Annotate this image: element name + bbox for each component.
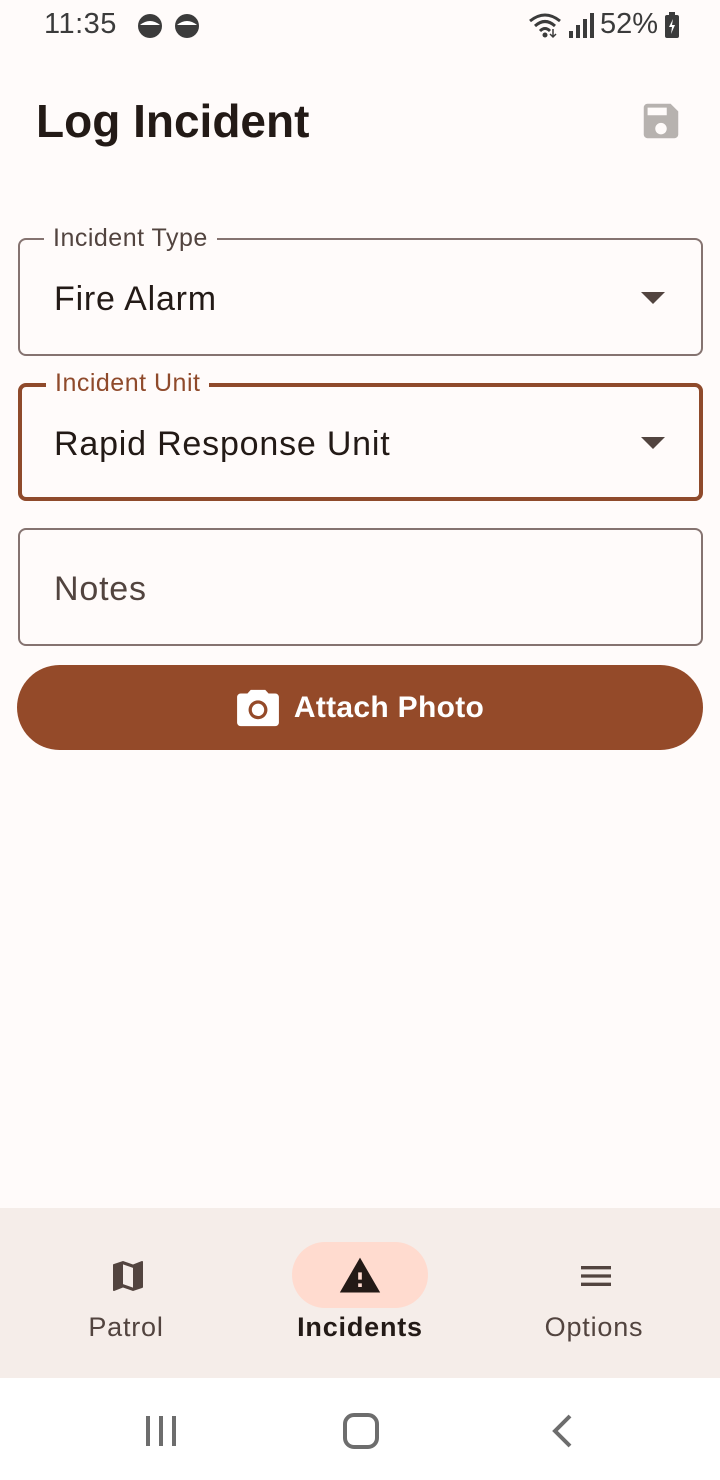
wifi-icon (529, 13, 561, 38)
status-icons: 52% (528, 8, 680, 41)
incident-unit-value: Rapid Response Unit (54, 425, 391, 463)
circle-notification-icon (138, 14, 162, 38)
home-icon[interactable] (342, 1412, 380, 1450)
status-time: 11:35 (44, 8, 117, 40)
dropdown-arrow-icon (641, 437, 665, 449)
map-icon (113, 1261, 143, 1291)
back-icon[interactable] (550, 1414, 576, 1448)
status-bar: 11:35 52% (0, 0, 720, 52)
incident-type-label: Incident Type (44, 224, 217, 253)
menu-icon (581, 1266, 611, 1286)
incident-type-value: Fire Alarm (54, 280, 217, 318)
notes-placeholder: Notes (54, 570, 147, 608)
nav-item-incidents[interactable]: Incidents (240, 1208, 480, 1378)
page-title: Log Incident (36, 95, 310, 147)
nav-item-patrol[interactable]: Patrol (6, 1208, 246, 1378)
save-button[interactable] (638, 98, 684, 144)
save-icon (643, 103, 679, 139)
battery-percent: 52% (599, 8, 658, 40)
attach-photo-label: Attach Photo (293, 690, 485, 724)
nav-item-options[interactable]: Options (474, 1208, 714, 1378)
notes-input[interactable]: Notes (18, 528, 703, 646)
screen: 11:35 52% Log Incident Incident Type Fir… (0, 0, 720, 1480)
bottom-navigation: Patrol Incidents Options (0, 1208, 720, 1378)
system-navigation-bar (0, 1378, 720, 1480)
nav-label-incidents: Incidents (297, 1312, 423, 1342)
attach-photo-button[interactable]: Attach Photo (17, 665, 703, 750)
camera-icon (236, 689, 279, 726)
nav-label-options: Options (544, 1312, 644, 1342)
recent-apps-icon[interactable] (143, 1414, 179, 1448)
dropdown-arrow-icon (641, 292, 665, 304)
nav-label-patrol: Patrol (88, 1312, 164, 1342)
warning-icon (339, 1257, 381, 1293)
incident-type-dropdown[interactable]: Incident Type Fire Alarm (18, 224, 703, 356)
signal-icon (568, 12, 594, 38)
circle-notification-icon (175, 14, 199, 38)
battery-charging-icon (665, 11, 679, 38)
incident-unit-dropdown[interactable]: Incident Unit Rapid Response Unit (18, 369, 703, 501)
incident-unit-label: Incident Unit (46, 369, 210, 398)
